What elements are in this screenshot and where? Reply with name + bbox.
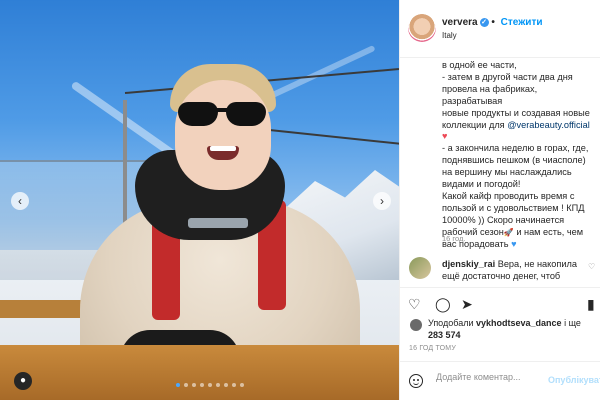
location-link[interactable]: Italy bbox=[442, 31, 457, 40]
username-link[interactable]: ververa bbox=[442, 17, 478, 28]
liker-avatar[interactable] bbox=[410, 319, 422, 331]
emoji-icon[interactable] bbox=[409, 374, 423, 388]
chevron-right-icon: › bbox=[380, 194, 384, 208]
likes-summary: Уподобали vykhodtseva_dance і ще 283 574 bbox=[428, 318, 581, 340]
post-header: ververa ✓ • Стежити Italy bbox=[400, 0, 600, 58]
heart-icon[interactable]: ♡ bbox=[408, 296, 421, 313]
follow-button[interactable]: Стежити bbox=[501, 17, 543, 28]
face bbox=[175, 80, 271, 190]
carousel-dot bbox=[192, 383, 196, 387]
publish-button[interactable]: Опублікувати bbox=[548, 375, 600, 385]
comment-icon[interactable]: ◯ bbox=[435, 296, 451, 313]
red-heart-emoji: ♥ bbox=[442, 131, 448, 142]
add-comment-bar: Опублікувати bbox=[400, 361, 600, 400]
share-icon[interactable]: ➤ bbox=[461, 296, 473, 313]
comment-avatar[interactable] bbox=[409, 257, 431, 279]
comment-like-icon[interactable]: ♡ bbox=[588, 262, 595, 271]
mention-link[interactable]: @verabeauty.official bbox=[507, 120, 590, 130]
username-row: ververa ✓ • Стежити bbox=[442, 17, 543, 28]
comment-username[interactable]: djenskiy_rai bbox=[442, 259, 495, 269]
carousel-dot bbox=[208, 383, 212, 387]
chest-buckle bbox=[188, 218, 248, 228]
prev-photo-button[interactable]: ‹ bbox=[11, 192, 29, 210]
post-timestamp: 16 ГОД ТОМУ bbox=[409, 345, 456, 352]
chevron-left-icon: ‹ bbox=[18, 194, 22, 208]
comment-input[interactable] bbox=[436, 372, 546, 382]
caption-text: в одной ее части, - затем в другой части… bbox=[442, 60, 598, 250]
caption-timestamp: 16 год. bbox=[442, 234, 466, 243]
verified-badge-icon: ✓ bbox=[479, 17, 489, 27]
tagged-user-button[interactable]: ● bbox=[14, 372, 32, 390]
carousel-dot bbox=[176, 383, 180, 387]
rocket-emoji: 🚀 bbox=[503, 227, 514, 237]
blue-heart-emoji: ♥ bbox=[511, 238, 517, 249]
carousel-dot bbox=[224, 383, 228, 387]
carousel-dot bbox=[240, 383, 244, 387]
liker-username[interactable]: vykhodtseva_dance bbox=[476, 318, 562, 328]
avatar[interactable] bbox=[408, 14, 436, 42]
post-sidebar: ververa ✓ • Стежити Italy в одной ее част… bbox=[399, 0, 600, 400]
likes-count[interactable]: 283 574 bbox=[428, 330, 461, 340]
wooden-table bbox=[0, 345, 399, 400]
carousel-dots bbox=[176, 383, 244, 387]
next-photo-button[interactable]: › bbox=[373, 192, 391, 210]
sunglasses bbox=[178, 102, 268, 128]
smile bbox=[207, 146, 239, 160]
carousel-dot bbox=[216, 383, 220, 387]
post-photo[interactable]: ‹ › ● bbox=[0, 0, 399, 400]
carousel-dot bbox=[232, 383, 236, 387]
bookmark-icon[interactable]: ▮ bbox=[587, 296, 595, 313]
comment-item: djenskiy_rai Вера, не накопила ещё доста… bbox=[442, 258, 592, 282]
carousel-dot bbox=[184, 383, 188, 387]
carousel-dot bbox=[200, 383, 204, 387]
user-icon: ● bbox=[19, 375, 27, 386]
